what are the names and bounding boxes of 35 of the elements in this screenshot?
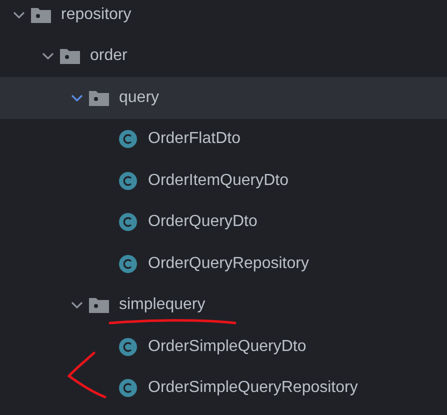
annotation-bracket bbox=[66, 350, 108, 400]
class-icon bbox=[119, 379, 137, 398]
tree-row[interactable]: OrderSimpleQueryDto bbox=[0, 326, 447, 368]
class-name: OrderQueryRepository bbox=[148, 254, 309, 274]
class-name: OrderFlatDto bbox=[148, 129, 240, 150]
class-name: OrderQueryDto bbox=[148, 212, 258, 232]
tree-row[interactable]: OrderFlatDto bbox=[0, 118, 447, 160]
tree-row[interactable]: order bbox=[0, 36, 447, 77]
class-name: OrderItemQueryDto bbox=[148, 170, 288, 191]
class-icon bbox=[119, 130, 137, 148]
chevron-icon[interactable] bbox=[71, 94, 83, 102]
chevron-icon[interactable] bbox=[71, 301, 83, 310]
tree-row[interactable]: simplequery bbox=[0, 284, 447, 326]
tree-row[interactable]: OrderItemQueryDto bbox=[0, 160, 447, 202]
class-name: OrderSimpleQueryRepository bbox=[148, 378, 358, 398]
tree-row[interactable]: OrderQueryRepository bbox=[0, 243, 447, 284]
class-name: OrderSimpleQueryDto bbox=[148, 336, 306, 357]
tree-row[interactable]: repository bbox=[0, 0, 447, 36]
chevron-icon[interactable] bbox=[13, 10, 25, 19]
tree-row[interactable]: OrderQueryDto bbox=[0, 202, 447, 243]
class-icon bbox=[119, 254, 137, 273]
folder-icon bbox=[31, 6, 51, 23]
folder-icon bbox=[89, 90, 109, 106]
tree-row[interactable]: query bbox=[0, 77, 447, 118]
chevron-icon[interactable] bbox=[42, 52, 54, 60]
package-name: order bbox=[90, 46, 128, 66]
package-name: repository bbox=[61, 4, 132, 25]
package-name: simplequery bbox=[119, 295, 206, 316]
tree-row[interactable]: OrderSimpleQueryRepository bbox=[0, 368, 447, 409]
class-icon bbox=[119, 213, 137, 232]
package-name: query bbox=[119, 88, 160, 108]
folder-icon bbox=[60, 48, 80, 64]
folder-icon bbox=[89, 297, 109, 314]
class-icon bbox=[119, 338, 137, 356]
class-icon bbox=[119, 172, 137, 190]
